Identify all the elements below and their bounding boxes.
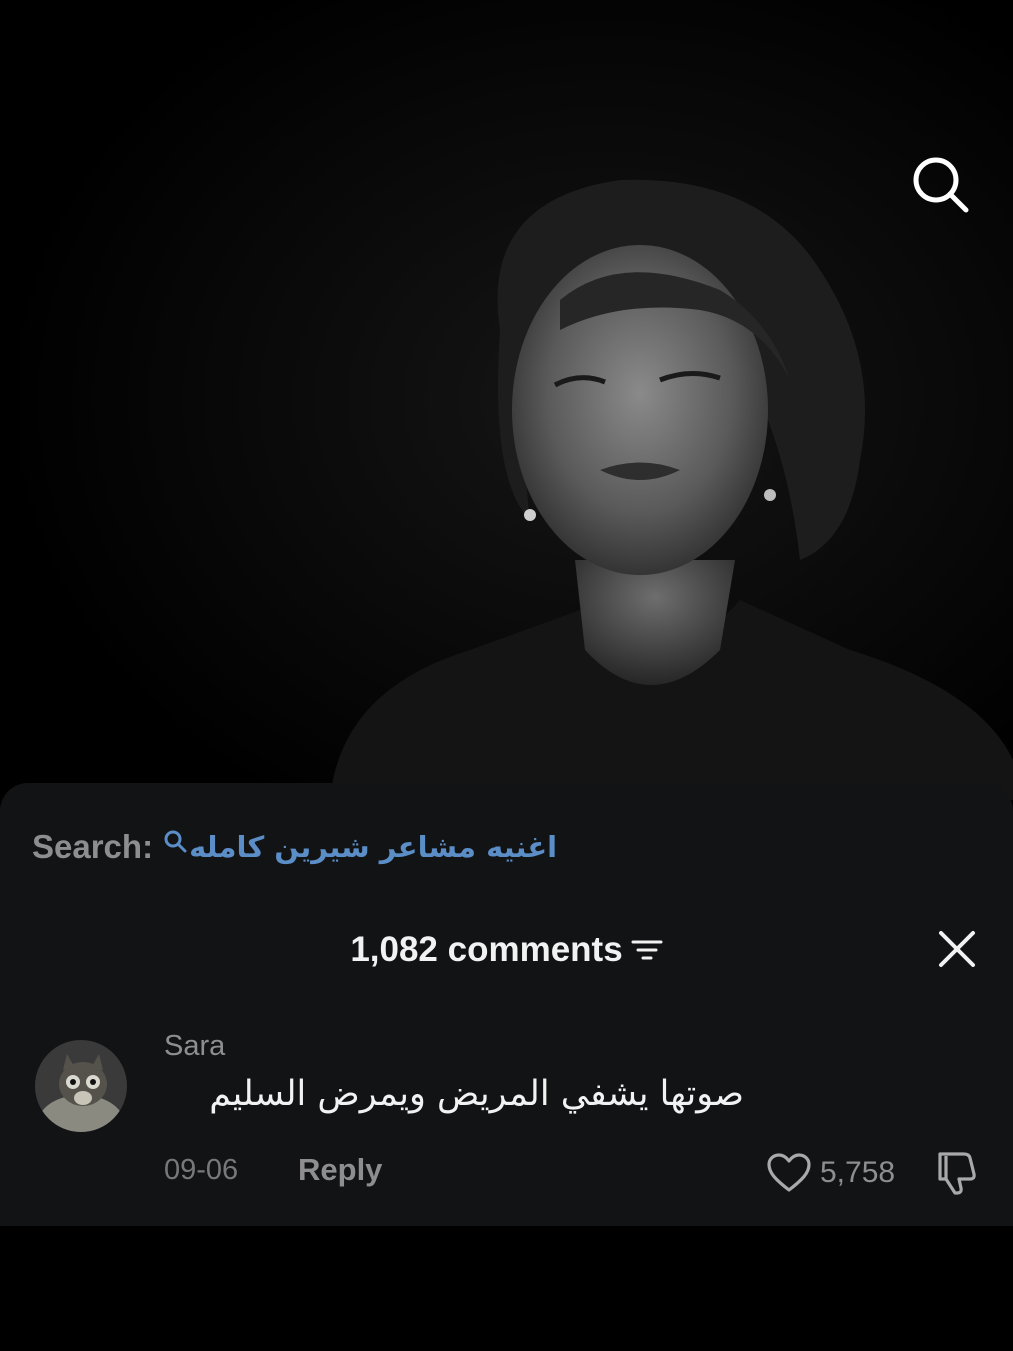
like-button[interactable]: 5,758	[766, 1150, 895, 1196]
like-count: 5,758	[820, 1156, 896, 1189]
search-suggestion-link[interactable]: اغنيه مشاعر شيرين كامله	[163, 830, 557, 864]
comment-date: 09-06	[164, 1154, 239, 1186]
comment-username[interactable]: Sara	[164, 1030, 225, 1063]
search-icon	[164, 830, 187, 853]
video-frame	[0, 0, 1013, 800]
reply-button[interactable]: Reply	[298, 1152, 382, 1188]
heart-icon	[767, 1153, 811, 1192]
comment-text: صوتها يشفي المريض ويمرض السليم	[209, 1074, 744, 1114]
bottom-area	[0, 1226, 1013, 1351]
close-icon[interactable]	[934, 926, 980, 972]
video-player[interactable]	[0, 0, 1013, 800]
comments-header: 1,082 comments	[0, 922, 1013, 978]
sort-lines-icon	[631, 940, 663, 960]
search-suggestion: Search: اغنيه مشاعر شيرين كامله	[32, 822, 557, 872]
comments-count: 1,082 comments	[350, 930, 623, 969]
search-icon[interactable]	[908, 152, 972, 216]
avatar[interactable]	[35, 1040, 127, 1132]
thumbs-down-icon[interactable]	[930, 1148, 980, 1198]
comments-sort-button[interactable]: 1,082 comments	[350, 930, 663, 970]
search-label: Search:	[32, 828, 154, 865]
search-term: اغنيه مشاعر شيرين كامله	[189, 830, 558, 864]
